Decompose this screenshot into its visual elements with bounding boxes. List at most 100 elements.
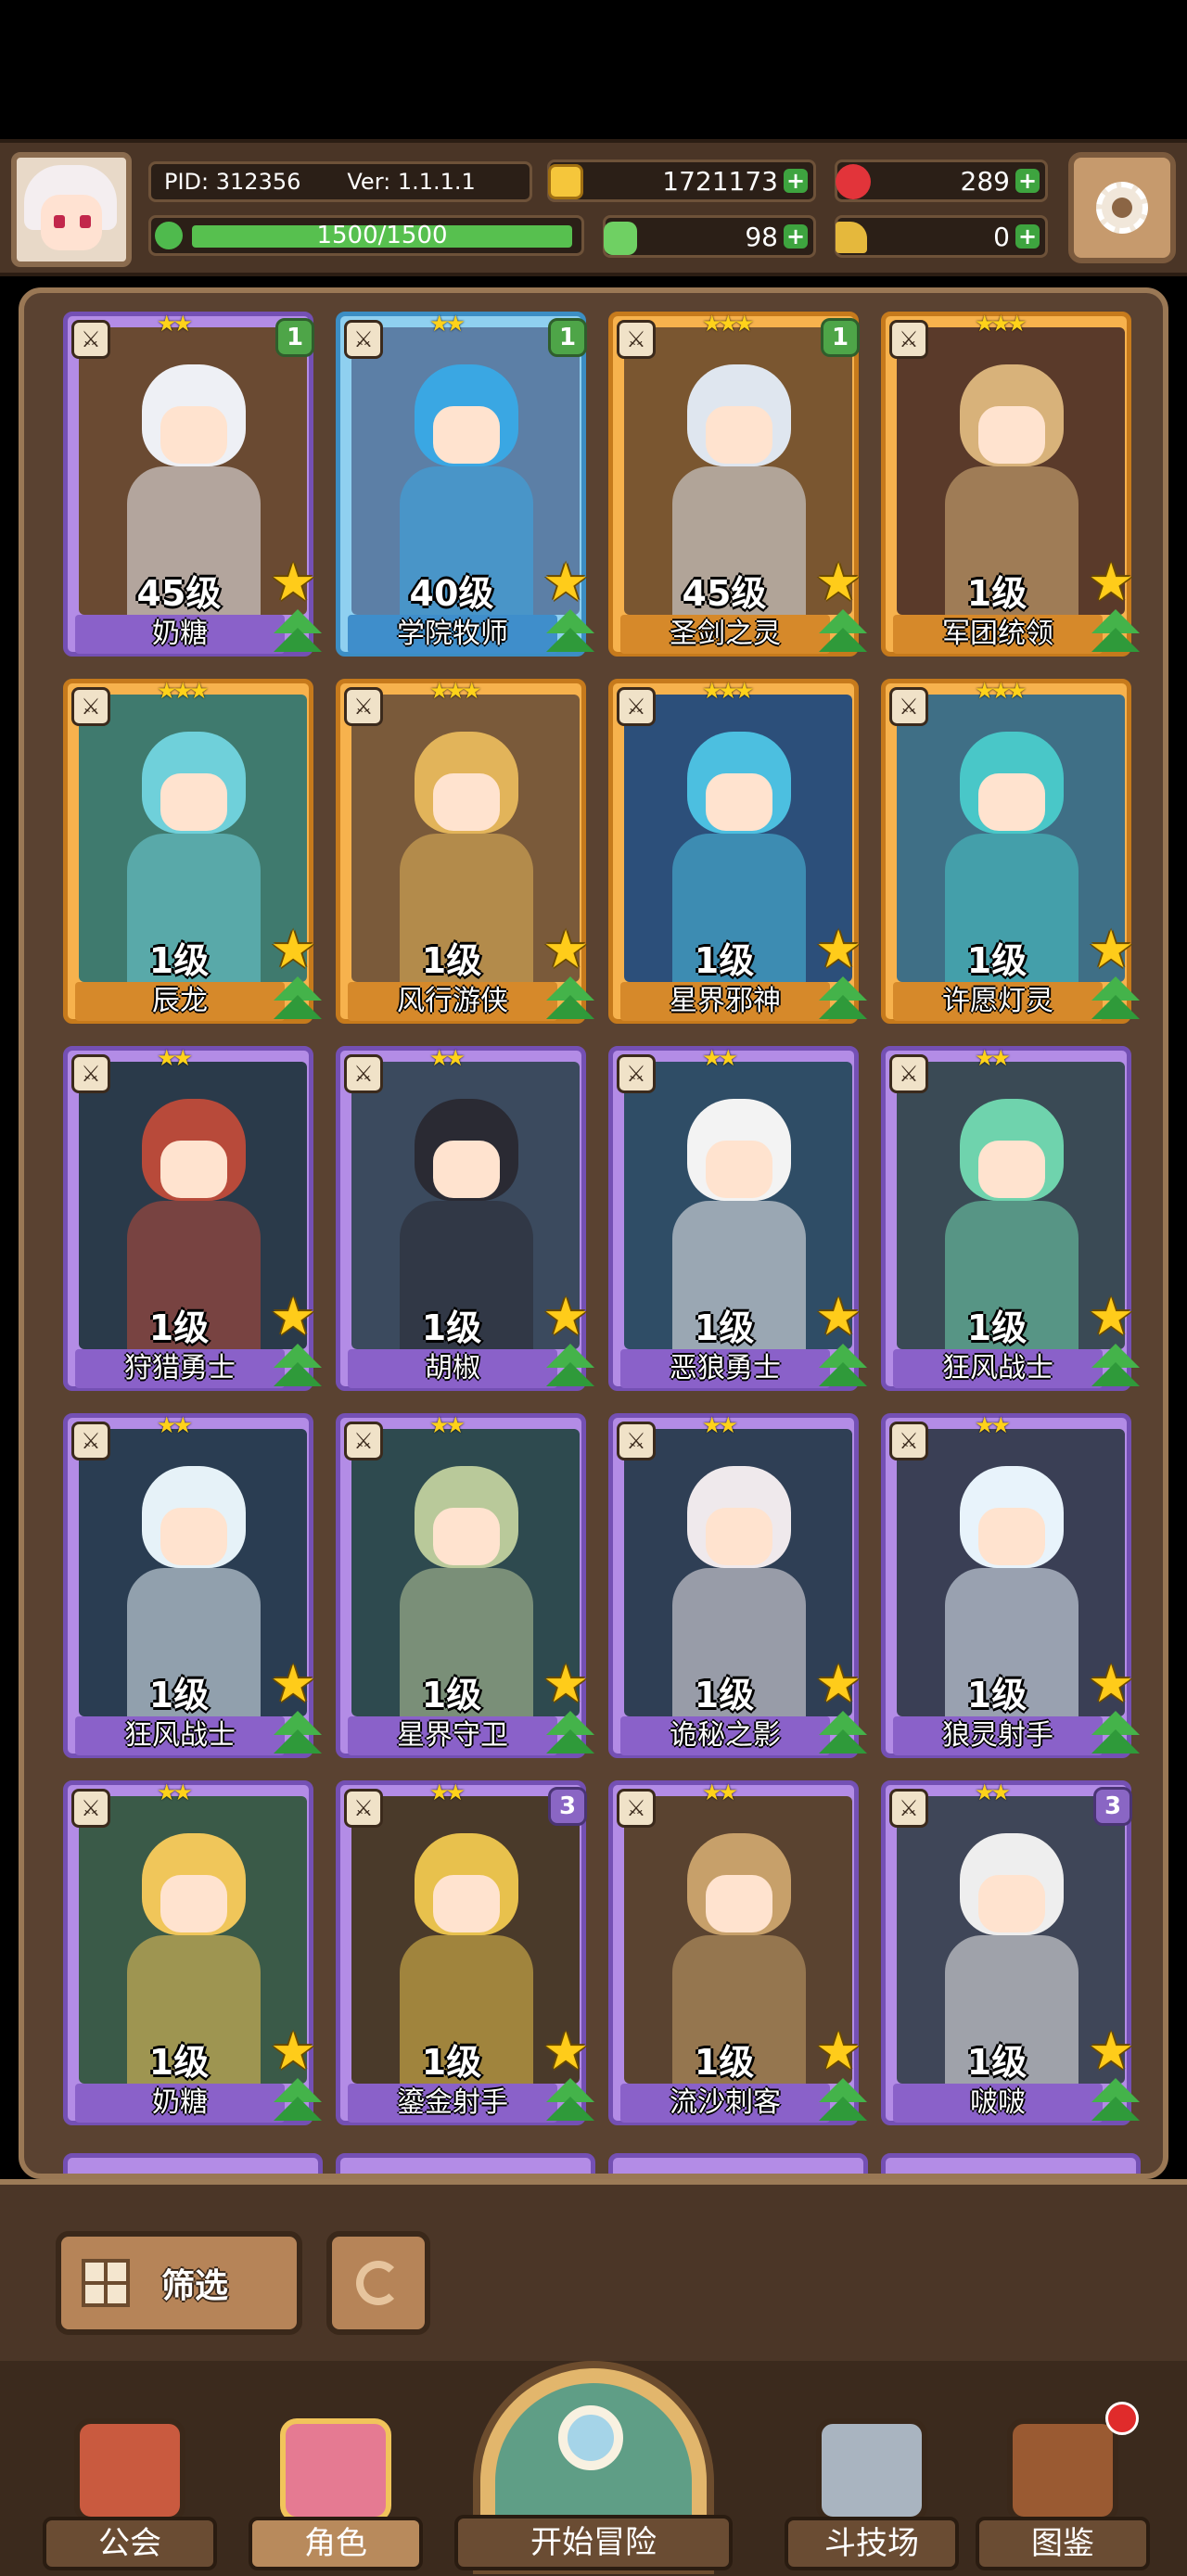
hero-card[interactable]: ⚔ ★★ 1 45级 ★ 奶糖 <box>63 311 322 657</box>
hero-card[interactable]: ⚔ ★★★ 1级 ★ 风行游侠 <box>336 678 594 1024</box>
hero-collection-panel: ⚔ ★★ 1 45级 ★ 奶糖 ⚔ ★★ 1 40级 ★ 学院牧师 ⚔ ★★★ 1 45级 ★ 圣剑之灵 ⚔ ★★★ 1… <box>19 287 1168 2179</box>
add-gold-button[interactable]: + <box>784 169 808 193</box>
hero-name: 风行游侠 <box>348 982 557 1021</box>
hero-level: 1级 <box>966 1675 1027 1715</box>
hero-card[interactable]: ⚔ ★★★ 1级 ★ 辰龙 <box>63 678 322 1024</box>
nav-arena[interactable]: 斗技场 <box>779 2400 964 2576</box>
hero-card[interactable]: ⚔ ★★★ 1级 ★ 军团统领 <box>881 311 1140 657</box>
hero-card[interactable]: ⚔ ★★ 1 40级 ★ 学院牧师 <box>336 311 594 657</box>
cross-icon: ⚔ <box>889 687 928 726</box>
hero-card[interactable]: ⚔ ★★ 1级 ★ 狂风战士 <box>881 1045 1140 1391</box>
key-panel: 0 + <box>835 215 1048 258</box>
star-rating: ★★ <box>702 1779 738 1805</box>
boot-icon: ⚔ <box>344 1422 383 1460</box>
clover-panel: 98 + <box>603 215 816 258</box>
gem-panel: 289 + <box>835 159 1048 202</box>
hero-name: 学院牧师 <box>348 615 557 654</box>
guild-house-icon <box>74 2418 185 2522</box>
star-rating: ★★ <box>157 311 193 337</box>
nav-arena-label: 斗技场 <box>785 2517 959 2570</box>
hero-name: 星界邪神 <box>620 982 830 1021</box>
partial-hero-card[interactable] <box>608 2153 868 2174</box>
star-icon: ★ <box>542 553 590 613</box>
hero-card[interactable]: ⚔ ★★ 3 1级 ★ 鎏金射手 <box>336 1779 594 2125</box>
bow-icon: ⚔ <box>617 1422 656 1460</box>
hero-card[interactable]: ⚔ ★★ 1级 ★ 恶狼勇士 <box>608 1045 867 1391</box>
player-avatar[interactable] <box>11 152 132 267</box>
star-icon: ★ <box>542 920 590 980</box>
hero-card[interactable]: ⚔ ★★ 1级 ★ 狂风战士 <box>63 1412 322 1758</box>
nav-guild[interactable]: 公会 <box>37 2400 223 2576</box>
rank-badge: 1 <box>275 318 314 357</box>
hero-level: 1级 <box>148 1307 210 1348</box>
hero-card[interactable]: ⚔ ★★ 1级 ★ 胡椒 <box>336 1045 594 1391</box>
star-rating: ★★ <box>429 1412 466 1438</box>
book-icon <box>1007 2418 1118 2522</box>
hero-card[interactable]: ⚔ ★★★ 1级 ★ 许愿灯灵 <box>881 678 1140 1024</box>
nav-codex[interactable]: 图鉴 <box>970 2400 1155 2576</box>
star-icon: ★ <box>1088 1287 1135 1347</box>
hero-card[interactable]: ⚔ ★★ 1级 ★ 星界守卫 <box>336 1412 594 1758</box>
hero-name: 星界守卫 <box>348 1716 557 1755</box>
hero-name: 狩猎勇士 <box>75 1349 285 1388</box>
hero-card[interactable]: ⚔ ★★ 3 1级 ★ 啵啵 <box>881 1779 1140 2125</box>
hero-card[interactable]: ⚔ ★★ 1级 ★ 狩猎勇士 <box>63 1045 322 1391</box>
hero-level: 1级 <box>148 1675 210 1715</box>
hero-level: 1级 <box>421 940 482 981</box>
hero-level: 1级 <box>966 1307 1027 1348</box>
nav-codex-label: 图鉴 <box>976 2517 1150 2570</box>
star-rating: ★★ <box>975 1779 1011 1805</box>
hero-level: 1级 <box>694 2042 755 2083</box>
boot-icon: ⚔ <box>71 1422 110 1460</box>
settings-button[interactable] <box>1068 152 1176 263</box>
pid-label: PID: 312356 <box>164 169 301 195</box>
star-rating: ★★ <box>975 1412 1011 1438</box>
partial-hero-card[interactable] <box>881 2153 1141 2174</box>
hero-name: 辰龙 <box>75 982 285 1021</box>
star-rating: ★★ <box>429 1045 466 1071</box>
hero-level: 45级 <box>682 573 767 614</box>
star-rating: ★★ <box>429 311 466 337</box>
star-icon: ★ <box>815 1287 862 1347</box>
gem-amount: 289 <box>960 165 1010 197</box>
hero-card[interactable]: ⚔ ★★ 1级 ★ 狼灵射手 <box>881 1412 1140 1758</box>
star-rating: ★★ <box>429 1779 466 1805</box>
star-rating: ★★ <box>157 1045 193 1071</box>
add-clover-button[interactable]: + <box>784 224 808 249</box>
red-gem-icon <box>836 164 871 199</box>
boot-icon: ⚔ <box>344 1054 383 1093</box>
start-adventure-label: 开始冒险 <box>454 2515 733 2570</box>
nav-roles[interactable]: 角色 <box>243 2400 428 2576</box>
hero-card[interactable]: ⚔ ★★ 1级 ★ 奶糖 <box>63 1779 322 2125</box>
star-icon: ★ <box>1088 553 1135 613</box>
add-key-button[interactable]: + <box>1015 224 1040 249</box>
filter-button[interactable]: 筛选 <box>56 2231 302 2335</box>
star-rating: ★★★ <box>975 678 1027 704</box>
star-icon: ★ <box>270 1287 317 1347</box>
add-gem-button[interactable]: + <box>1015 169 1040 193</box>
crossed-swords-icon <box>816 2418 927 2522</box>
star-icon: ★ <box>1088 920 1135 980</box>
hero-card[interactable]: ⚔ ★★★ 1 45级 ★ 圣剑之灵 <box>608 311 867 657</box>
energy-value: 1500/1500 <box>316 222 448 249</box>
refresh-button[interactable] <box>326 2231 430 2335</box>
hero-card[interactable]: ⚔ ★★★ 1级 ★ 星界邪神 <box>608 678 867 1024</box>
star-rating: ★★ <box>702 1412 738 1438</box>
partial-hero-card[interactable] <box>336 2153 595 2174</box>
rank-badge: 3 <box>1093 1787 1132 1826</box>
boot-icon: ⚔ <box>889 1054 928 1093</box>
hero-card[interactable]: ⚔ ★★ 1级 ★ 流沙刺客 <box>608 1779 867 2125</box>
hero-level: 1级 <box>148 2042 210 2083</box>
star-icon: ★ <box>270 920 317 980</box>
pid-version-panel: PID: 312356 Ver: 1.1.1.1 <box>148 161 532 202</box>
start-adventure-button[interactable]: 开始冒险 <box>454 2361 733 2576</box>
hero-card[interactable]: ⚔ ★★ 1级 ★ 诡秘之影 <box>608 1412 867 1758</box>
star-rating: ★★★ <box>702 678 755 704</box>
star-icon: ★ <box>815 553 862 613</box>
star-icon: ★ <box>1088 1654 1135 1715</box>
clover-amount: 98 <box>745 221 778 252</box>
staff-icon: ⚔ <box>889 1789 928 1828</box>
boot-icon: ⚔ <box>71 1054 110 1093</box>
hero-level: 1级 <box>421 1675 482 1715</box>
partial-hero-card[interactable] <box>63 2153 323 2174</box>
